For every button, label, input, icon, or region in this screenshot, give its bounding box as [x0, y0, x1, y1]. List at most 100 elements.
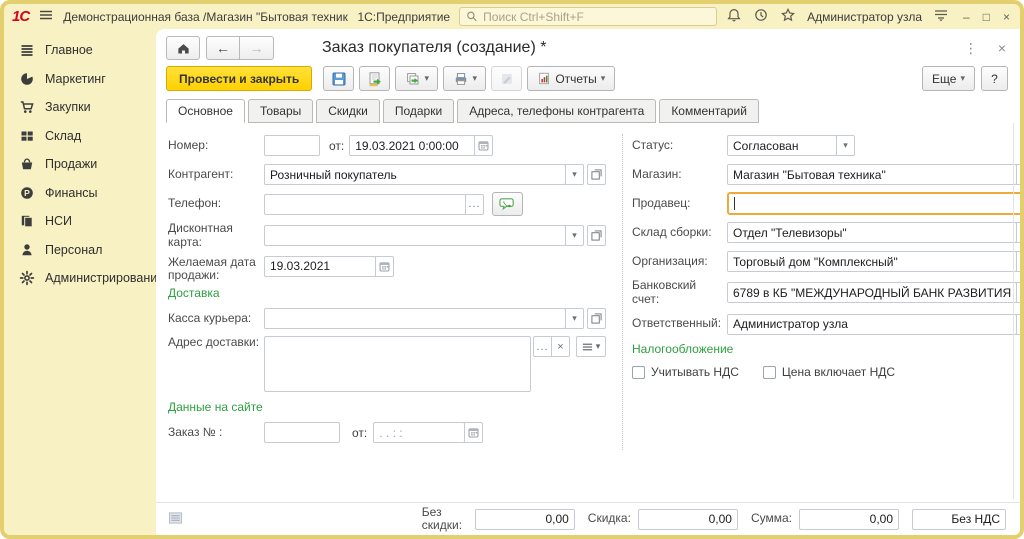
form-close-icon[interactable]: ×	[998, 40, 1006, 57]
create-based-on-button[interactable]: ▾	[395, 66, 438, 91]
tab-main[interactable]: Основное	[166, 99, 245, 123]
phone-input[interactable]	[264, 194, 466, 215]
desired-date-input[interactable]: 19.03.2021	[264, 256, 376, 277]
sidebar-label: Персонал	[45, 243, 102, 257]
assembly-dropdown-button[interactable]: ▾	[1016, 222, 1020, 243]
global-search[interactable]	[459, 7, 717, 26]
counterparty-input[interactable]: Розничный покупатель	[264, 164, 566, 185]
counterparty-dropdown-button[interactable]: ▾	[565, 164, 584, 185]
discount-card-open-button[interactable]	[587, 225, 606, 246]
sidebar-item-finance[interactable]: Р Финансы	[4, 179, 156, 208]
1c-logo: 1С	[12, 8, 29, 25]
responsible-dropdown-button[interactable]: ▾	[1016, 314, 1020, 335]
post-document-button[interactable]	[359, 66, 390, 91]
home-button[interactable]	[166, 36, 200, 60]
forward-button[interactable]: →	[240, 36, 274, 60]
sidebar-item-marketing[interactable]: Маркетинг	[4, 65, 156, 94]
post-and-close-button[interactable]: Провести и закрыть	[166, 66, 312, 91]
maximize-icon[interactable]: □	[983, 10, 990, 24]
tab-gifts[interactable]: Подарки	[383, 99, 454, 123]
open-link-icon	[591, 169, 602, 180]
sidebar-item-warehouse[interactable]: Склад	[4, 122, 156, 151]
courier-cash-input[interactable]	[264, 308, 566, 329]
phone-select-button[interactable]: ...	[465, 194, 484, 215]
price-includes-vat-checkbox[interactable]: Цена включает НДС	[763, 365, 895, 379]
more-button[interactable]: Еще▾	[922, 66, 975, 91]
courier-cash-label: Касса курьера:	[168, 312, 264, 326]
organization-dropdown-button[interactable]: ▾	[1016, 251, 1020, 272]
vat-mode-box[interactable]: Без НДС	[912, 509, 1006, 530]
address-menu-button[interactable]: ▾	[576, 336, 606, 357]
copy-post-icon	[405, 71, 421, 87]
site-order-input[interactable]	[264, 422, 340, 443]
reports-button[interactable]: Отчеты▾	[527, 66, 615, 91]
no-discount-label: Без скидки:	[422, 506, 468, 532]
save-button[interactable]	[323, 66, 354, 91]
sidebar-item-main[interactable]: Главное	[4, 36, 156, 65]
shop-dropdown-button[interactable]: ▾	[1016, 164, 1020, 185]
tab-addresses[interactable]: Адреса, телефоны контрагента	[457, 99, 656, 123]
calendar-icon	[467, 426, 480, 439]
sum-label: Сумма:	[745, 512, 792, 525]
desired-date-calendar-button[interactable]	[375, 256, 394, 277]
tab-goods[interactable]: Товары	[248, 99, 313, 123]
search-input[interactable]	[483, 10, 710, 24]
status-dropdown-button[interactable]: ▾	[836, 135, 855, 156]
topbar-right: Администратор узла – □ ×	[726, 7, 1010, 26]
help-button[interactable]: ?	[981, 66, 1008, 91]
sidebar-item-sales[interactable]: Продажи	[4, 150, 156, 179]
courier-cash-dropdown-button[interactable]: ▾	[565, 308, 584, 329]
service-menu-icon[interactable]	[933, 8, 949, 25]
address-select-button[interactable]: ...	[533, 336, 552, 357]
number-input[interactable]	[264, 135, 320, 156]
courier-cash-open-button[interactable]	[587, 308, 606, 329]
address-clear-button[interactable]: ×	[551, 336, 570, 357]
sidebar-label: Маркетинг	[45, 72, 106, 86]
responsible-input[interactable]: Администратор узла	[727, 314, 1017, 335]
sidebar-item-personnel[interactable]: Персонал	[4, 236, 156, 265]
favorites-star-icon[interactable]	[780, 7, 796, 26]
desired-date-label: Желаемая дата продажи:	[168, 256, 264, 284]
section-sidebar: Главное Маркетинг Закупки Склад Продажи …	[4, 29, 156, 535]
sidebar-item-purchases[interactable]: Закупки	[4, 93, 156, 122]
status-input[interactable]: Согласован	[727, 135, 837, 156]
close-window-icon[interactable]: ×	[1003, 10, 1010, 24]
basket-icon	[19, 156, 35, 172]
sidebar-item-nsi[interactable]: НСИ	[4, 207, 156, 236]
tab-discounts[interactable]: Скидки	[316, 99, 380, 123]
send-sms-button[interactable]	[492, 192, 523, 216]
discount-card-dropdown-button[interactable]: ▾	[565, 225, 584, 246]
calendar-button[interactable]	[474, 135, 493, 156]
counterparty-open-button[interactable]	[587, 164, 606, 185]
footer-list-icon[interactable]	[168, 511, 183, 528]
history-icon[interactable]	[753, 7, 769, 26]
assembly-warehouse-input[interactable]: Отдел "Телевизоры"	[727, 222, 1017, 243]
main-menu-icon[interactable]	[38, 7, 54, 26]
print-button[interactable]: ▾	[443, 66, 486, 91]
minimize-icon[interactable]: –	[963, 10, 970, 24]
sidebar-label: Финансы	[45, 186, 97, 200]
current-user[interactable]: Администратор узла	[807, 10, 922, 24]
phone-label: Телефон:	[168, 197, 264, 211]
dropdown-icon: ▾	[960, 73, 965, 84]
seller-input[interactable]	[727, 192, 1020, 215]
organization-input[interactable]: Торговый дом "Комплексный"	[727, 251, 1017, 272]
bank-account-input[interactable]: 6789 в КБ "МЕЖДУНАРОДНЫЙ БАНК РАЗВИТИЯ	[727, 282, 1017, 303]
site-order-date-input[interactable]: . . : :	[373, 422, 465, 443]
document-date-input[interactable]: 19.03.2021 0:00:00	[349, 135, 475, 156]
bank-account-dropdown-button[interactable]: ▾	[1016, 282, 1020, 303]
back-button[interactable]: ←	[206, 36, 240, 60]
discount-card-input[interactable]	[264, 225, 566, 246]
delivery-address-textarea[interactable]	[264, 336, 531, 392]
vat-account-checkbox[interactable]: Учитывать НДС	[632, 365, 739, 379]
text-caret	[734, 197, 735, 210]
tab-comment[interactable]: Комментарий	[659, 99, 759, 123]
form-more-icon[interactable]: ⋮	[964, 40, 978, 57]
sidebar-item-administration[interactable]: Администрирование	[4, 264, 156, 293]
site-date-prefix-label: от:	[352, 426, 367, 440]
site-order-calendar-button[interactable]	[464, 422, 483, 443]
shop-input[interactable]: Магазин "Бытовая техника"	[727, 164, 1017, 185]
window-controls: – □ ×	[963, 10, 1010, 24]
discount-card-label: Дисконтная карта:	[168, 222, 264, 250]
notifications-bell-icon[interactable]	[726, 7, 742, 26]
